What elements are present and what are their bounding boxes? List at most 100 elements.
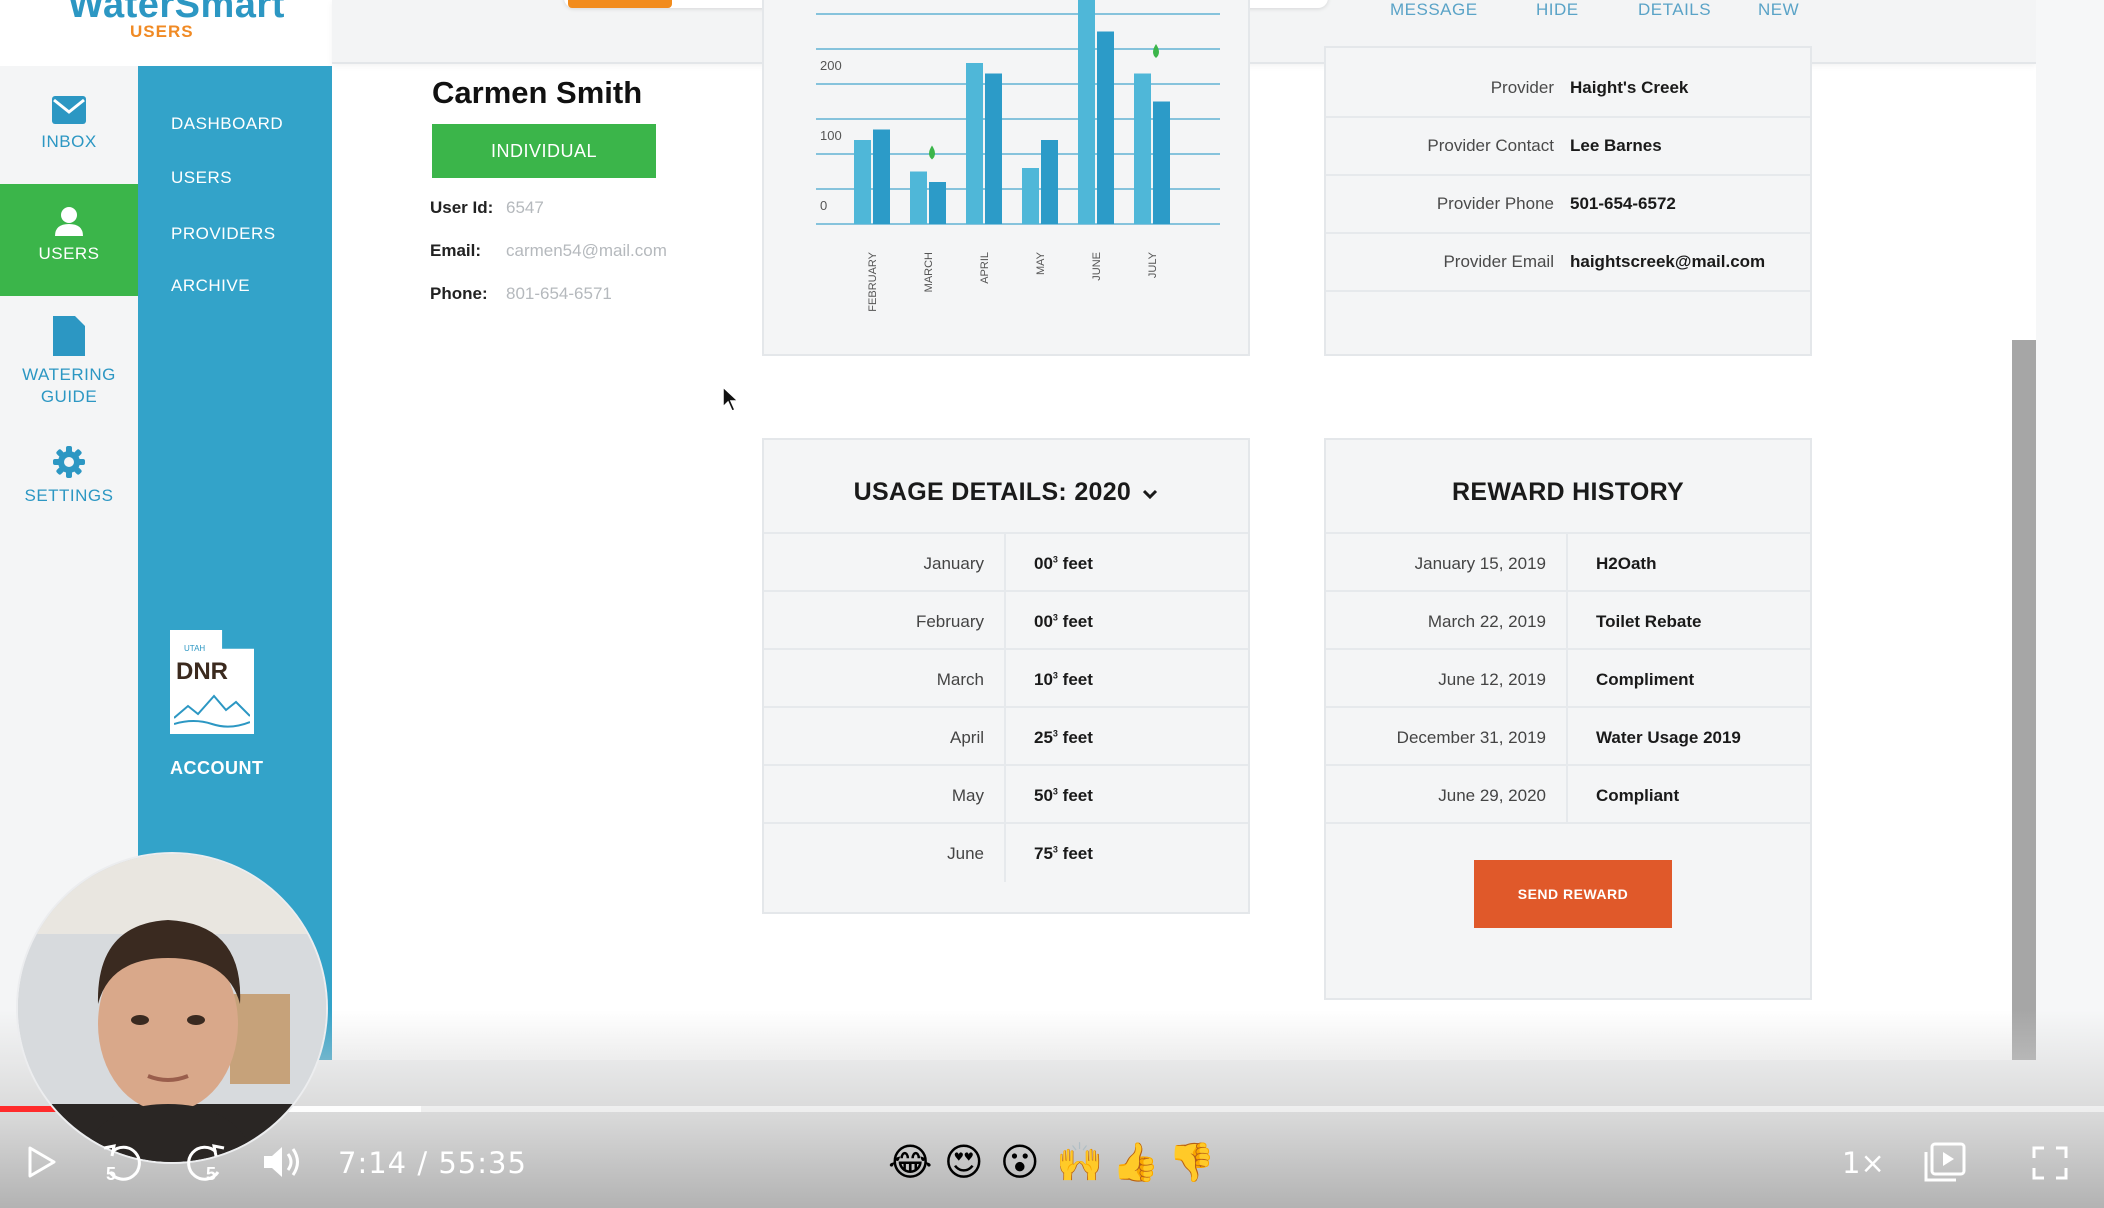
chart-bar	[985, 73, 1002, 224]
chevron-down-icon[interactable]	[1142, 488, 1158, 500]
webcam-video-bubble[interactable]	[16, 852, 328, 1164]
chart-xtick-label: MARCH	[923, 252, 935, 292]
presenter-video-icon	[18, 854, 326, 1162]
reward-date: June 29, 2020	[1438, 786, 1546, 805]
reward-row: June 29, 2020 Compliant	[1326, 764, 1810, 824]
chart-bar	[854, 140, 871, 224]
phone-value: 801-654-6571	[506, 284, 612, 303]
reward-name: Compliant	[1596, 786, 1680, 805]
page-scrollbar[interactable]	[2012, 340, 2036, 1060]
usage-unit: feet	[1057, 554, 1093, 573]
provider-contact-label: Provider Contact	[1427, 136, 1554, 155]
reward-row-divider	[1566, 650, 1568, 708]
fullscreen-icon[interactable]	[2032, 1146, 2068, 1180]
reward-row: December 31, 2019 Water Usage 2019	[1326, 706, 1810, 766]
user-id-label: User Id:	[430, 198, 494, 217]
usage-value: 003 feet	[1034, 612, 1093, 632]
usage-row-divider	[1004, 534, 1006, 592]
duration: 55:35	[438, 1146, 527, 1180]
provider-email-row: Provider Email haightscreek@mail.com	[1326, 234, 1810, 292]
user-type-badge[interactable]: INDIVIDUAL	[432, 124, 656, 178]
app-logo-subtitle: USERS	[130, 22, 194, 41]
usage-month: April	[949, 728, 984, 747]
chart-bar	[910, 171, 927, 224]
topnav-details[interactable]: DETAILS	[1638, 0, 1711, 20]
rail-item-settings[interactable]: SETTINGS	[0, 446, 138, 526]
search-accent	[568, 0, 672, 8]
water-drop-icon	[929, 145, 935, 160]
usage-month: January	[923, 554, 984, 573]
account-link[interactable]: ACCOUNT	[170, 758, 264, 779]
volume-icon[interactable]	[262, 1144, 302, 1180]
usage-unit: feet	[1057, 728, 1093, 747]
chart-xtick-label: JUNE	[1091, 252, 1103, 281]
chart-bar	[1097, 31, 1114, 224]
skip-back-seconds: 5	[106, 1164, 117, 1184]
reaction-thumbs-down-icon[interactable]: 👎	[1168, 1140, 1215, 1185]
usage-chart-card: 0 100 200 FEBRUARY MARCH APRIL MAY JUNE JULY	[762, 0, 1250, 356]
logo-area: WaterSmart USERS	[0, 0, 332, 66]
topnav-message[interactable]: MESSAGE	[1390, 0, 1478, 20]
chart-ytick-label: 0	[820, 198, 827, 213]
chart-ytick-label: 200	[820, 58, 842, 73]
skip-forward-button[interactable]: 5	[180, 1138, 228, 1186]
chart-xtick-label: FEBRUARY	[867, 251, 879, 311]
reaction-laugh-icon[interactable]: 😂	[888, 1140, 932, 1184]
mouse-cursor-icon	[722, 386, 740, 412]
usage-row-divider	[1004, 650, 1006, 708]
reward-name: Compliment	[1596, 670, 1695, 689]
usage-value: 753 feet	[1034, 844, 1093, 864]
chart-bar	[1022, 168, 1039, 224]
provider-email-value: haightscreek@mail.com	[1570, 252, 1766, 271]
rail-item-inbox[interactable]: INBOX	[0, 96, 138, 186]
reaction-heart-eyes-icon[interactable]: 😍	[944, 1140, 984, 1184]
reward-name: H2Oath	[1596, 554, 1657, 573]
provider-label: Provider	[1490, 78, 1554, 97]
topnav-hide[interactable]: HIDE	[1536, 0, 1579, 20]
chart-xtick-label: APRIL	[979, 252, 991, 284]
playback-speed-button[interactable]: 1×	[1842, 1146, 1885, 1180]
provider-contact-value: Lee Barnes	[1570, 136, 1662, 155]
reaction-thumbs-up-icon[interactable]: 👍	[1112, 1140, 1159, 1185]
reward-name: Toilet Rebate	[1596, 612, 1702, 631]
reward-row: June 12, 2019 Compliment	[1326, 648, 1810, 708]
play-icon[interactable]	[28, 1146, 56, 1178]
skip-back-button[interactable]: 5	[100, 1138, 148, 1186]
rail-item-users[interactable]: USERS	[0, 184, 138, 296]
usage-row-divider	[1004, 766, 1006, 824]
reward-row-divider	[1566, 766, 1568, 824]
submenu-users[interactable]: USERS	[171, 168, 232, 188]
usage-details-header[interactable]: USAGE DETAILS: 2020	[764, 478, 1248, 507]
rail-label-guide: GUIDE	[40, 387, 98, 406]
rail-item-watering-guide[interactable]: WATERING GUIDE	[0, 316, 138, 446]
usage-year-select[interactable]: 2020	[1074, 478, 1131, 506]
rail-label-watering: WATERING	[22, 365, 116, 384]
submenu-dashboard[interactable]: DASHBOARD	[171, 114, 283, 134]
email-value: carmen54@mail.com	[506, 241, 667, 260]
gear-icon	[53, 446, 85, 478]
usage-amount: 10	[1034, 670, 1053, 689]
usage-row-divider	[1004, 824, 1006, 882]
playlist-icon[interactable]	[1924, 1142, 1966, 1182]
reaction-surprised-icon[interactable]: 😮	[1000, 1140, 1040, 1184]
topnav-new[interactable]: NEW	[1758, 0, 1799, 20]
email-label: Email:	[430, 241, 482, 260]
reaction-raised-hands-icon[interactable]: 🙌	[1056, 1140, 1103, 1185]
chart-bar	[1078, 0, 1095, 224]
usage-month: February	[915, 612, 984, 631]
submenu-archive[interactable]: ARCHIVE	[171, 276, 250, 296]
submenu-providers[interactable]: PROVIDERS	[171, 224, 276, 244]
reward-row-divider	[1566, 534, 1568, 592]
reward-row-divider	[1566, 592, 1568, 650]
time-display: 7:14 / 55:35	[338, 1146, 527, 1180]
usage-amount: 25	[1034, 728, 1053, 747]
time-separator: /	[417, 1146, 429, 1180]
usage-row-divider	[1004, 708, 1006, 766]
send-reward-button[interactable]: SEND REWARD	[1474, 860, 1672, 928]
provider-value: Haight's Creek	[1570, 78, 1689, 97]
usage-value: 503 feet	[1034, 786, 1093, 806]
current-time: 7:14	[338, 1146, 408, 1180]
usage-details-card: USAGE DETAILS: 2020 January 003 feet Febru…	[762, 438, 1250, 914]
reward-date: March 22, 2019	[1427, 612, 1546, 631]
user-name: Carmen Smith	[432, 75, 643, 110]
